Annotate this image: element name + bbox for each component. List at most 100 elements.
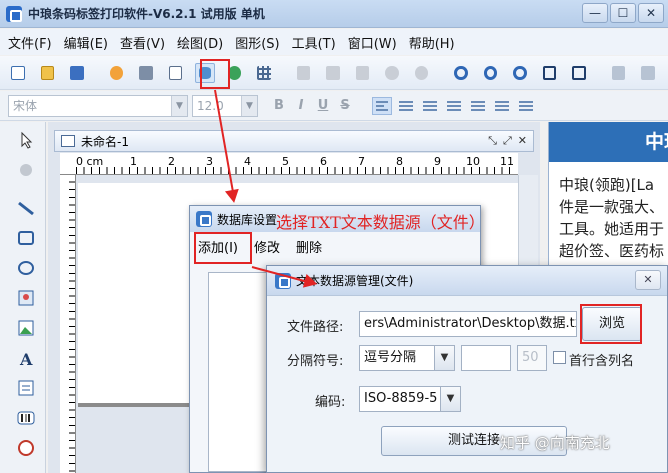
settings-icon[interactable]: [107, 63, 127, 83]
text-justify-button[interactable]: [444, 97, 464, 115]
valign-bottom-button[interactable]: [516, 97, 536, 115]
open-icon[interactable]: [38, 63, 58, 83]
grid-icon[interactable]: [254, 63, 274, 83]
underline-button[interactable]: U: [312, 98, 334, 113]
close-icon[interactable]: ✕: [635, 270, 661, 290]
add-menu-highlight: [194, 232, 252, 264]
text-tool-icon[interactable]: A: [16, 348, 36, 369]
print-preview-icon[interactable]: [166, 63, 186, 83]
modify-menu-item[interactable]: 修改: [246, 237, 288, 256]
menu-view[interactable]: 查看(V): [120, 33, 165, 52]
info-line: 件是一款强大、: [559, 198, 665, 216]
paste-icon[interactable]: [353, 63, 373, 83]
picture-tool-icon[interactable]: [16, 318, 36, 338]
browse-button-highlight: [580, 304, 642, 344]
vertical-ruler: [60, 175, 76, 473]
header-row-checkbox[interactable]: [553, 351, 566, 364]
text-align-left-button[interactable]: [372, 96, 392, 115]
text-align-center-button[interactable]: [396, 97, 416, 115]
file-path-label: 文件路径:: [287, 320, 344, 335]
header-row-label: 首行含列名: [569, 354, 635, 369]
fit-page-icon[interactable]: [540, 63, 560, 83]
maximize-icon[interactable]: ⤢: [503, 134, 512, 148]
align-left-icon[interactable]: [609, 63, 629, 83]
close-button[interactable]: ✕: [638, 3, 664, 23]
dialog-title: 数据库设置: [217, 212, 278, 227]
menu-edit[interactable]: 编辑(E): [64, 33, 108, 52]
separator-count-input[interactable]: 50: [517, 345, 547, 371]
pan-icon[interactable]: [16, 160, 36, 180]
redo-icon[interactable]: [412, 63, 432, 83]
save-icon[interactable]: [67, 63, 87, 83]
rich-text-tool-icon[interactable]: [16, 378, 36, 398]
strikeout-button[interactable]: S: [334, 98, 356, 113]
menu-tools[interactable]: 工具(T): [292, 33, 336, 52]
align-center-icon[interactable]: [638, 63, 658, 83]
menu-window[interactable]: 窗口(W): [348, 33, 397, 52]
zoom-in-icon[interactable]: [451, 63, 471, 83]
pointer-icon[interactable]: [16, 130, 36, 150]
restore-icon[interactable]: ⤡: [488, 134, 497, 148]
info-line: 工具。她适用于: [559, 220, 665, 238]
file-path-input[interactable]: ers\Administrator\Desktop\数据.txt: [359, 311, 577, 337]
chevron-down-icon: ▼: [171, 95, 187, 116]
info-panel-header: 中琅: [549, 122, 668, 162]
line-tool-icon[interactable]: [16, 198, 36, 218]
close-doc-icon[interactable]: ✕: [518, 134, 527, 148]
delete-menu-item[interactable]: 删除: [288, 237, 330, 256]
barcode-tool-icon[interactable]: [16, 408, 36, 428]
dialog-icon: [196, 211, 212, 227]
encoding-label: 编码:: [315, 395, 346, 410]
database-button-highlight: [200, 59, 230, 89]
document-controls: ⤡ ⤢ ✕: [488, 134, 527, 148]
zoom-icon[interactable]: [510, 63, 530, 83]
italic-button[interactable]: I: [290, 98, 312, 113]
chevron-down-icon: ▼: [241, 95, 257, 116]
dialog-title-bar: 文本数据源管理(文件) ✕: [267, 266, 667, 296]
encoding-select[interactable]: ISO-8859-5 ▼: [359, 386, 461, 412]
valign-middle-button[interactable]: [492, 97, 512, 115]
format-toolbar: 宋体 ▼ 12.0 ▼ B I U S: [0, 91, 668, 121]
separator-value: 逗号分隔: [364, 350, 417, 365]
document-icon: [61, 135, 75, 147]
menu-help[interactable]: 帮助(H): [409, 33, 455, 52]
new-icon[interactable]: [8, 63, 28, 83]
zoom-out-icon[interactable]: [481, 63, 501, 83]
fit-width-icon[interactable]: [569, 63, 589, 83]
chevron-down-icon: ▼: [440, 387, 460, 411]
window-controls: — ☐ ✕: [582, 3, 664, 23]
print-icon[interactable]: [136, 63, 156, 83]
menu-draw[interactable]: 绘图(D): [177, 33, 223, 52]
menu-shape[interactable]: 图形(S): [235, 33, 279, 52]
cut-icon[interactable]: [294, 63, 314, 83]
qrcode-tool-icon[interactable]: [16, 438, 36, 458]
info-line: 超价签、医药标: [559, 242, 665, 260]
font-select[interactable]: 宋体 ▼: [8, 94, 188, 117]
menu-bar: 文件(F) 编辑(E) 查看(V) 绘图(D) 图形(S) 工具(T) 窗口(W…: [0, 29, 668, 55]
ellipse-tool-icon[interactable]: [16, 258, 36, 278]
arrow-head: [224, 188, 242, 205]
image-tool-icon[interactable]: [16, 288, 36, 308]
info-panel-body: 中琅(领跑)[La 件是一款强大、 工具。她适用于 超价签、医药标: [549, 162, 668, 262]
font-size-select[interactable]: 12.0 ▼: [192, 94, 258, 117]
text-align-right-button[interactable]: [420, 97, 440, 115]
valign-top-button[interactable]: [468, 97, 488, 115]
separator-select[interactable]: 逗号分隔 ▼: [359, 345, 455, 371]
bold-button[interactable]: B: [268, 98, 290, 113]
rectangle-tool-icon[interactable]: [16, 228, 36, 248]
minimize-button[interactable]: —: [582, 3, 608, 23]
app-logo-icon: [6, 5, 22, 22]
title-bar: 中琅条码标签打印软件-V6.2.1 试用版 单机 — ☐ ✕: [0, 0, 668, 28]
ruler-ticks: [76, 167, 516, 174]
maximize-button[interactable]: ☐: [610, 3, 636, 23]
menu-file[interactable]: 文件(F): [8, 33, 52, 52]
undo-icon[interactable]: [382, 63, 402, 83]
document-title: 未命名-1: [81, 134, 129, 149]
info-line: 中琅(领跑)[La: [559, 176, 655, 194]
main-toolbar: [0, 56, 668, 90]
copy-icon[interactable]: [323, 63, 343, 83]
custom-separator-input[interactable]: [461, 345, 511, 371]
annotation-text: 选择TXT文本数据源（文件）: [276, 213, 485, 232]
document-tab[interactable]: 未命名-1 ⤡ ⤢ ✕: [54, 130, 534, 152]
drawing-toolbox: A: [0, 122, 46, 473]
